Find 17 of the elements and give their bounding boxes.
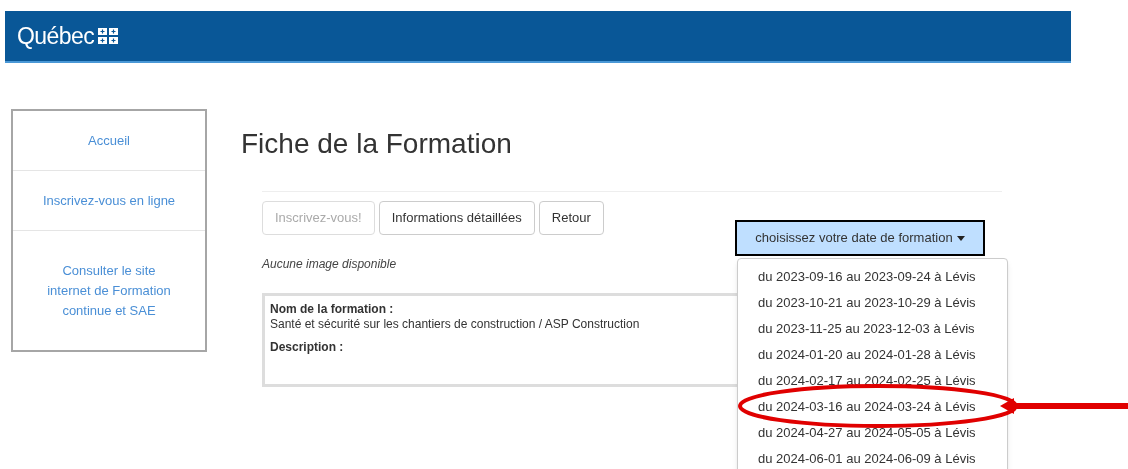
action-button[interactable]: Informations détaillées: [378, 201, 535, 235]
field-label: Description :: [270, 340, 345, 355]
field-label: Nom de la formation :: [270, 302, 395, 317]
dropdown-option[interactable]: du 2023-09-16 au 2023-09-24 à Lévis: [738, 264, 1007, 290]
action-button[interactable]: Retour: [538, 201, 604, 235]
field-value: Santé et sécurité sur les chantiers de construction / ASP Construction: [270, 317, 641, 332]
sidebar-link[interactable]: Consulter le site internet de Formation continue et SAE: [40, 260, 178, 321]
date-dropdown[interactable]: choisissez votre date de formation: [735, 220, 985, 256]
page-title: Fiche de la Formation: [241, 127, 513, 161]
dropdown-option[interactable]: du 2024-04-27 au 2024-05-05 à Lévis: [738, 420, 1007, 446]
sidebar-link[interactable]: Inscrivez-vous en ligne: [42, 190, 176, 211]
image-note: Aucune image disponible: [262, 256, 398, 273]
logo-text[interactable]: Québec: [17, 18, 95, 54]
dropdown-option[interactable]: du 2024-01-20 au 2024-01-28 à Lévis: [738, 342, 1007, 368]
dropdown-option[interactable]: du 2023-11-25 au 2023-12-03 à Lévis: [738, 316, 1007, 342]
dropdown-option[interactable]: du 2024-06-01 au 2024-06-09 à Lévis: [738, 446, 1007, 469]
dropdown-option[interactable]: du 2023-10-21 au 2023-10-29 à Lévis: [738, 290, 1007, 316]
